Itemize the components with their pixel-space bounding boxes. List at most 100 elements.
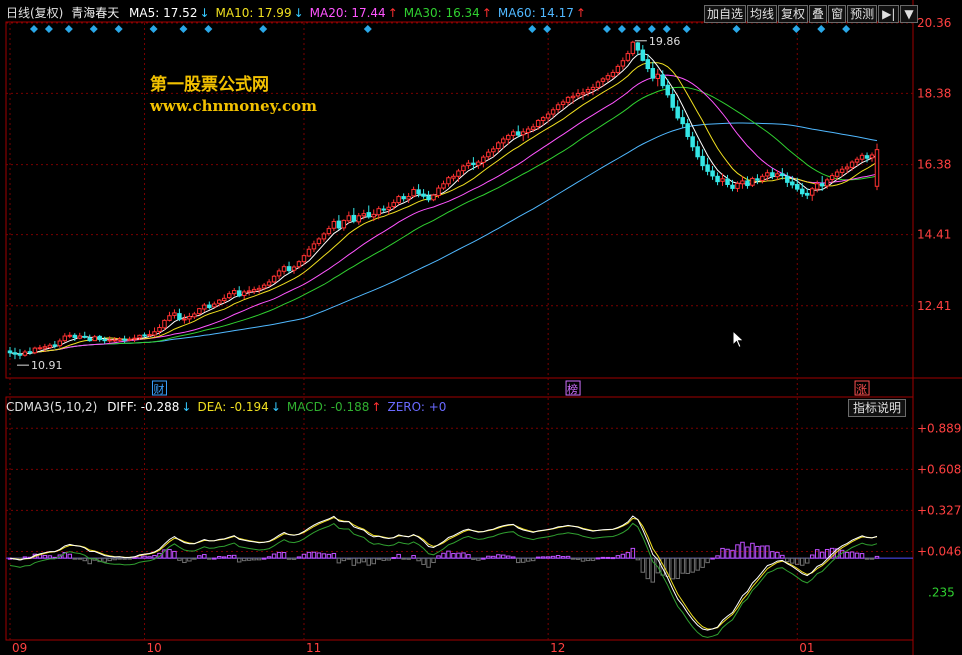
macd-bar [451,552,456,559]
candle-body [431,194,436,201]
macd-bar [755,545,760,559]
candle-body [834,171,840,177]
macd-bar [525,557,531,562]
ma-settings-button[interactable]: 均线 [747,5,778,23]
event-marker: 涨 [854,380,870,396]
macd-bar [336,557,342,564]
candle-body [800,188,805,195]
candle [451,173,456,182]
candle [809,186,815,201]
candle [466,159,471,169]
macd-bar [511,556,516,559]
candle-body [82,335,87,338]
macd-bar [600,556,606,559]
signal-diamond-icon [64,25,73,33]
indicator-header: CDMA3(5,10,2) DIFF: -0.288 ↓ DEA: -0.194 ↓ M… [6,399,446,415]
candle-body [376,208,381,216]
macd-bar [555,555,561,559]
macd-bar [346,557,352,560]
macd-bar [217,556,222,559]
stock-chart-window: 20.36 18.38 16.38 14.41 12.41 +0.889 +0.608 +0.… [0,0,962,655]
macd-bar [605,556,611,559]
macd-bar [396,553,401,559]
legend-label: MA10: 17.99 [215,6,292,20]
candle-body [187,315,192,320]
candle-body [869,154,875,159]
candle [182,314,187,324]
candle-body [212,303,217,308]
candle-body [660,74,665,87]
macd-bar [809,554,815,559]
candle-body [281,266,287,272]
macd-bar [411,555,416,559]
candle [291,265,297,274]
macd-bar [341,557,347,562]
legend-item: MA10: 17.99 ↓ [216,6,304,20]
candle-body [491,148,496,153]
candle-body [555,104,561,110]
macd-bar [520,557,526,563]
macd-bar [256,557,262,561]
candle [575,89,581,99]
legend-label: MA60: 14.17 [497,6,574,20]
candle-body [775,173,780,178]
candle [172,309,177,319]
candle [486,148,491,160]
candle [675,100,680,121]
dropdown-triangle-icon[interactable]: ▼ [900,5,918,23]
legend-item: MA5: 17.52 ↓ [129,6,209,20]
macd-bar [276,551,282,559]
macd-bar [685,557,690,574]
candle [167,311,172,322]
candle [321,232,327,242]
legend-item: ZERO: +0 [387,400,446,414]
period-label[interactable]: 日线(复权) [6,6,63,20]
candle [62,333,68,343]
event-marker: 财 [151,380,167,396]
candle-body [67,334,73,337]
candle-body [481,156,486,163]
forecast-button[interactable]: 预测 [847,5,878,23]
overlay-button[interactable]: 叠 [809,5,828,23]
candle-body [520,131,526,136]
macd-bar [192,557,197,560]
macd-bar [366,557,372,566]
macd-bar [22,556,28,559]
candle-body [804,192,810,196]
candle [271,274,277,284]
macd-bar [844,551,850,559]
candle-body [401,196,406,200]
candle [401,193,406,202]
candle [670,88,675,111]
candle [396,194,401,205]
window-button[interactable]: 窗 [828,5,847,23]
candle-body [271,275,277,283]
candle-body [630,41,636,55]
macd-bar [391,557,396,560]
event-marker-label: 财 [153,382,164,396]
macd-bar [67,553,73,559]
indicator-explain-button[interactable]: 指标说明 [848,399,907,417]
candle-body [137,334,142,339]
candle-body [411,188,416,197]
indicator-name[interactable]: CDMA3(5,10,2) [6,400,97,414]
candle-body [829,175,835,181]
candle-body [321,233,327,240]
candle-body [256,287,262,291]
candle [605,72,611,83]
add-watchlist-button[interactable]: 加自选 [704,5,747,23]
indicator-tick-label: +0.608 [917,462,961,476]
macd-bar [431,557,436,564]
macd-bar [540,556,546,559]
macd-bar [824,548,830,559]
candle [800,183,805,197]
candle [22,349,28,357]
arrow-right-bar-icon[interactable]: ▶| [878,5,900,23]
diff-line [9,515,878,631]
macd-bar [147,556,152,559]
macd-line [9,522,878,638]
adjust-price-button[interactable]: 复权 [778,5,809,23]
candle-body [92,336,97,342]
signal-diamond-icon [179,25,188,33]
macd-bar [849,551,855,559]
